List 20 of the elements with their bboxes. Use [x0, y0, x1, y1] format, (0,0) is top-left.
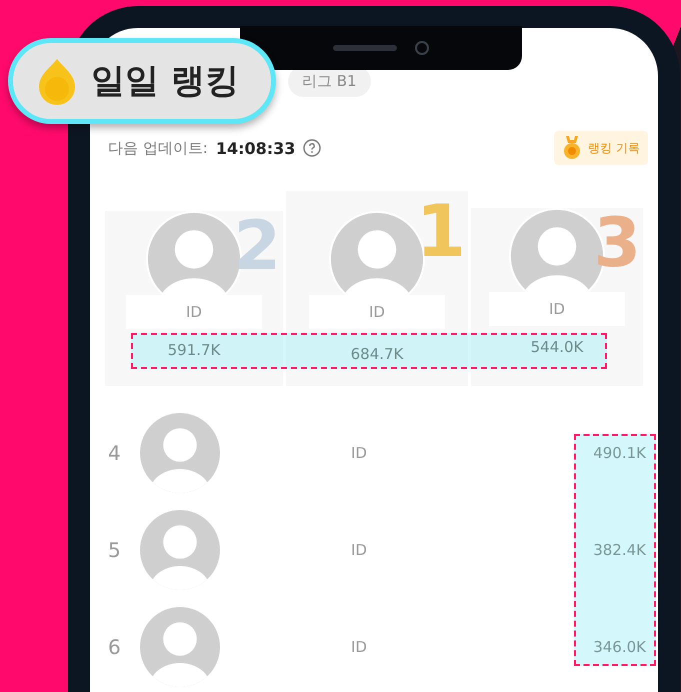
- avatar-icon: [140, 412, 220, 492]
- daily-ranking-badge: 일일 랭킹: [8, 38, 276, 124]
- rank-number: 1: [416, 195, 466, 267]
- update-time: 14:08:33: [216, 138, 296, 158]
- rank-number: 3: [594, 210, 641, 278]
- avatar-icon: [140, 606, 220, 686]
- rank-number: 4: [107, 440, 122, 464]
- score: 346.0K: [593, 638, 647, 656]
- update-label: 다음 업데이트:: [108, 138, 208, 158]
- score: 591.7K: [168, 341, 220, 359]
- ranking-history-button[interactable]: 랭킹 기록: [554, 131, 648, 165]
- avatar-icon: [140, 510, 220, 590]
- score: 544.0K: [530, 338, 584, 356]
- rank-number: 5: [107, 538, 122, 562]
- score: 490.1K: [593, 444, 647, 462]
- rank-number: 6: [107, 634, 122, 658]
- help-icon[interactable]: [303, 139, 322, 157]
- medal-icon: [562, 135, 582, 161]
- score: 684.7K: [350, 345, 404, 363]
- score: 382.4K: [593, 540, 647, 558]
